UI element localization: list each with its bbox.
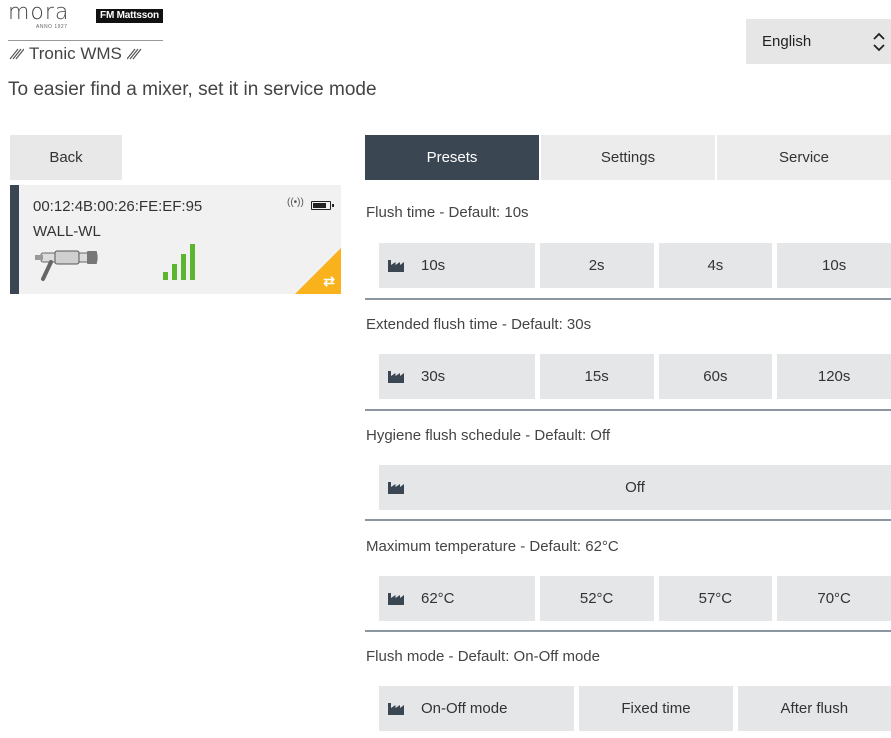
mora-logo: mora bbox=[8, 0, 70, 25]
option[interactable]: 70°C bbox=[777, 576, 891, 621]
section-title-hygiene-flush: Hygiene flush schedule - Default: Off bbox=[366, 427, 611, 444]
device-mac: 00:12:4B:00:26:FE:EF:95 bbox=[33, 198, 203, 215]
options-hygiene-flush: Off bbox=[379, 465, 891, 510]
option-label: 62°C bbox=[421, 590, 455, 607]
section-title-max-temperature: Maximum temperature - Default: 62°C bbox=[366, 538, 619, 555]
option[interactable]: 60s bbox=[658, 354, 773, 399]
wave-left-icon bbox=[9, 48, 24, 60]
device-card[interactable]: 00:12:4B:00:26:FE:EF:95 WALL-WL ((•)) ⇄ bbox=[10, 185, 341, 294]
option-default[interactable]: 30s bbox=[379, 354, 535, 399]
option[interactable]: Fixed time bbox=[579, 686, 733, 731]
option-default[interactable]: 10s bbox=[379, 243, 535, 288]
signal-bar bbox=[172, 264, 177, 280]
option[interactable]: 10s bbox=[777, 243, 891, 288]
option[interactable]: 2s bbox=[539, 243, 654, 288]
option[interactable]: 57°C bbox=[658, 576, 773, 621]
section-title-extended-flush: Extended flush time - Default: 30s bbox=[366, 316, 592, 333]
tronic-wms-label: Tronic WMS bbox=[29, 44, 122, 63]
language-select-value: English bbox=[762, 33, 812, 50]
tab-settings[interactable]: Settings bbox=[539, 135, 715, 180]
options-extended-flush: 30s 15s 60s 120s bbox=[379, 354, 891, 399]
mixer-icon bbox=[35, 250, 98, 281]
option-label: On-Off mode bbox=[421, 700, 508, 717]
option[interactable]: 4s bbox=[658, 243, 773, 288]
signal-bar bbox=[190, 244, 195, 280]
option[interactable]: 52°C bbox=[539, 576, 654, 621]
factory-icon bbox=[388, 371, 404, 383]
option-default[interactable]: On-Off mode bbox=[379, 686, 575, 731]
back-button[interactable]: Back bbox=[10, 135, 122, 180]
tab-presets[interactable]: Presets bbox=[365, 135, 539, 180]
fm-mattsson-logo: FM Mattsson bbox=[96, 9, 163, 23]
option-label: Off bbox=[625, 479, 645, 496]
option-default[interactable]: 62°C bbox=[379, 576, 535, 621]
tronic-wms-logo: Tronic WMS bbox=[8, 44, 143, 64]
language-select[interactable]: English bbox=[746, 19, 891, 64]
section-title-flush-mode: Flush mode - Default: On-Off mode bbox=[366, 648, 600, 665]
options-max-temperature: 62°C 52°C 57°C 70°C bbox=[379, 576, 891, 621]
tab-service[interactable]: Service bbox=[715, 135, 891, 180]
option[interactable]: After flush bbox=[737, 686, 891, 731]
options-flush-mode: On-Off mode Fixed time After flush bbox=[379, 686, 891, 731]
options-flush-time: 10s 2s 4s 10s bbox=[379, 243, 891, 288]
wave-right-icon bbox=[126, 48, 142, 60]
device-type: WALL-WL bbox=[33, 223, 101, 240]
tab-bar: Presets Settings Service bbox=[365, 135, 891, 180]
factory-icon bbox=[388, 260, 404, 272]
factory-icon bbox=[388, 703, 404, 715]
option-label: 10s bbox=[421, 257, 446, 274]
section-divider bbox=[365, 519, 891, 521]
signal-bar bbox=[163, 272, 168, 280]
page-subtitle: To easier find a mixer, set it in servic… bbox=[8, 79, 377, 100]
battery-icon bbox=[311, 201, 334, 210]
factory-icon bbox=[388, 593, 404, 605]
antenna-icon: ((•)) bbox=[287, 197, 304, 208]
option-label: 30s bbox=[421, 368, 446, 385]
option[interactable]: 120s bbox=[777, 354, 891, 399]
section-divider bbox=[365, 630, 891, 632]
select-arrows-icon bbox=[873, 32, 885, 51]
section-title-flush-time: Flush time - Default: 10s bbox=[366, 204, 529, 221]
option[interactable]: 15s bbox=[539, 354, 654, 399]
signal-bar bbox=[181, 254, 186, 280]
brand-divider bbox=[8, 40, 163, 41]
swap-arrows-icon: ⇄ bbox=[323, 273, 335, 289]
section-divider bbox=[365, 409, 891, 411]
signal-strength bbox=[163, 244, 195, 280]
factory-icon bbox=[388, 482, 404, 494]
section-divider bbox=[365, 298, 891, 300]
mora-logo-anno: ANNO 1927 bbox=[36, 24, 68, 30]
option-default[interactable]: Off bbox=[379, 465, 891, 510]
